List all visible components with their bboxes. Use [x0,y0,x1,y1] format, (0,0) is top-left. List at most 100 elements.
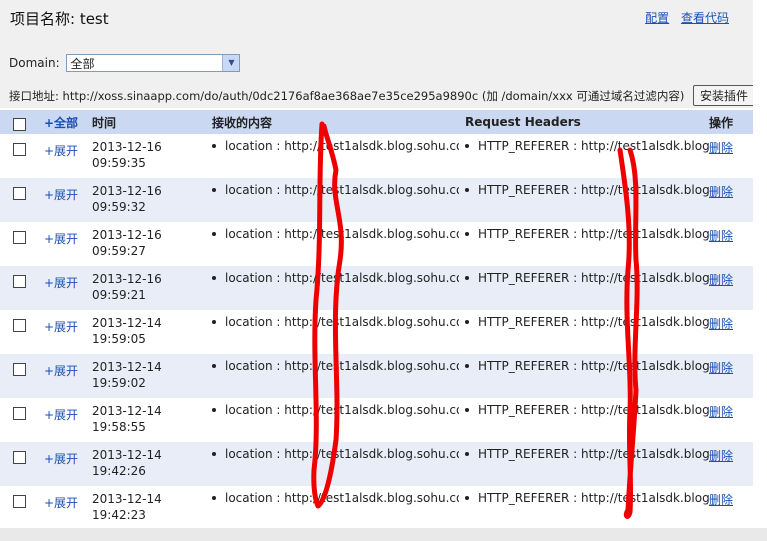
bullet-icon [465,451,469,456]
delete-link[interactable]: 删除 [709,447,733,464]
expand-row-link[interactable]: +展开 [44,362,78,379]
row-checkbox[interactable] [13,231,26,244]
row-time: 19:42:26 [92,464,146,478]
row-checkbox[interactable] [13,187,26,200]
config-link[interactable]: 配置 [645,11,669,25]
table-row: +展开 2013-12-16 09:59:21 location : http://t… [0,266,753,310]
bullet-icon [465,495,469,500]
expand-row-link[interactable]: +展开 [44,186,78,203]
bullet-icon [212,495,216,500]
row-checkbox[interactable] [13,143,26,156]
row-date: 2013-12-14 [92,448,162,462]
row-content: location : http://test1alsdk.blog.sohu.c… [225,359,459,373]
row-request-headers: HTTP_REFERER : http://test1alsdk.blog [478,447,709,461]
row-date: 2013-12-14 [92,404,162,418]
delete-link[interactable]: 删除 [709,315,733,332]
delete-link[interactable]: 删除 [709,227,733,244]
row-date: 2013-12-16 [92,184,162,198]
row-date: 2013-12-14 [92,316,162,330]
row-content: location : http://test1alsdk.blog.sohu.c… [225,183,459,197]
row-request-headers: HTTP_REFERER : http://test1alsdk.blog [478,491,709,505]
expand-row-link[interactable]: +展开 [44,318,78,335]
delete-link[interactable]: 删除 [709,139,733,156]
delete-link[interactable]: 删除 [709,271,733,288]
row-timestamp: 2013-12-14 19:58:55 [92,403,206,435]
row-checkbox[interactable] [13,407,26,420]
bullet-icon [465,407,469,412]
content-header: 接收的内容 [206,110,459,134]
row-time: 19:58:55 [92,420,146,434]
delete-link[interactable]: 删除 [709,403,733,420]
row-time: 09:59:27 [92,244,146,258]
bullet-icon [212,143,216,148]
table-header-row: +全部 时间 接收的内容 Request Headers 操作 [0,110,753,134]
table-row: +展开 2013-12-16 09:59:35 location : http://t… [0,134,753,178]
row-date: 2013-12-16 [92,140,162,154]
row-request-headers: HTTP_REFERER : http://test1alsdk.blog [478,359,709,373]
top-area: 项目名称: test 配置 查看代码 Domain: 全部 ▼ 接口地址: ht… [0,0,756,108]
row-content: location : http://test1alsdk.blog.sohu.c… [225,315,459,329]
bottom-bar [0,528,767,541]
expand-row-link[interactable]: +展开 [44,142,78,159]
bullet-icon [212,275,216,280]
row-date: 2013-12-14 [92,360,162,374]
bullet-icon [212,451,216,456]
page-title: 项目名称: test [10,10,109,28]
row-checkbox[interactable] [13,319,26,332]
install-plugin-button[interactable]: 安装插件 [693,85,756,106]
expand-row-link[interactable]: +展开 [44,450,78,467]
row-content: location : http://test1alsdk.blog.sohu.c… [225,227,459,241]
expand-row-link[interactable]: +展开 [44,274,78,291]
bullet-icon [212,319,216,324]
row-checkbox[interactable] [13,451,26,464]
row-time: 09:59:21 [92,288,146,302]
row-timestamp: 2013-12-16 09:59:35 [92,139,206,171]
row-date: 2013-12-16 [92,228,162,242]
time-header: 时间 [92,110,206,134]
bullet-icon [465,187,469,192]
expand-all-link[interactable]: +全部 [44,114,78,131]
row-timestamp: 2013-12-16 09:59:32 [92,183,206,215]
request-headers-header: Request Headers [459,110,709,134]
bullet-icon [465,363,469,368]
chevron-down-icon[interactable]: ▼ [222,55,240,71]
bullet-icon [212,231,216,236]
domain-label: Domain: [9,56,60,70]
expand-row-link[interactable]: +展开 [44,406,78,423]
table-row: +展开 2013-12-14 19:59:05 location : http://t… [0,310,753,354]
row-checkbox[interactable] [13,495,26,508]
row-timestamp: 2013-12-16 09:59:21 [92,271,206,303]
row-time: 19:59:05 [92,332,146,346]
row-time: 19:59:02 [92,376,146,390]
row-content: location : http://test1alsdk.blog.sohu.c… [225,403,459,417]
row-timestamp: 2013-12-14 19:59:02 [92,359,206,391]
expand-row-link[interactable]: +展开 [44,230,78,247]
row-date: 2013-12-16 [92,272,162,286]
row-checkbox[interactable] [13,363,26,376]
row-timestamp: 2013-12-14 19:42:26 [92,447,206,479]
row-request-headers: HTTP_REFERER : http://test1alsdk.blog [478,403,709,417]
row-request-headers: HTTP_REFERER : http://test1alsdk.blog [478,227,709,241]
delete-link[interactable]: 删除 [709,359,733,376]
records-table: +全部 时间 接收的内容 Request Headers 操作 +展开 2013-… [0,110,753,530]
delete-link[interactable]: 删除 [709,183,733,200]
domain-select-value: 全部 [70,57,95,71]
bullet-icon [212,187,216,192]
delete-link[interactable]: 删除 [709,491,733,508]
table-row: +展开 2013-12-14 19:58:55 location : http://t… [0,398,753,442]
table-row: +展开 2013-12-14 19:42:23 location : http://t… [0,486,753,530]
api-address-text: 接口地址: http://xoss.sinaapp.com/do/auth/0d… [9,89,685,103]
row-checkbox[interactable] [13,275,26,288]
row-content: location : http://test1alsdk.blog.sohu.c… [225,447,459,461]
row-request-headers: HTTP_REFERER : http://test1alsdk.blog [478,183,709,197]
select-all-checkbox[interactable] [13,118,26,131]
row-request-headers: HTTP_REFERER : http://test1alsdk.blog [478,315,709,329]
row-timestamp: 2013-12-14 19:42:23 [92,491,206,523]
row-timestamp: 2013-12-16 09:59:27 [92,227,206,259]
domain-select[interactable]: 全部 ▼ [66,54,241,72]
expand-row-link[interactable]: +展开 [44,494,78,511]
top-links: 配置 查看代码 [637,9,729,26]
bullet-icon [212,407,216,412]
view-code-link[interactable]: 查看代码 [681,11,729,25]
row-date: 2013-12-14 [92,492,162,506]
